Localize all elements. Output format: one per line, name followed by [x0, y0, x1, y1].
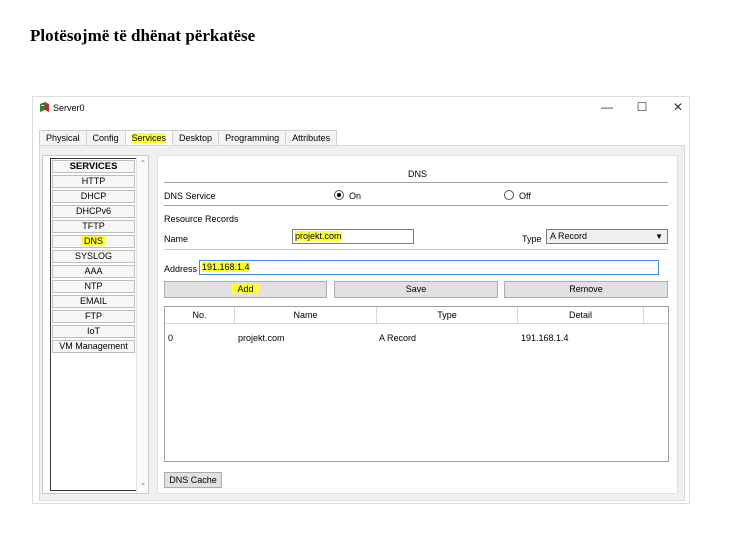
dns-service-label: DNS Service [164, 191, 216, 201]
service-item-dhcpv6[interactable]: DHCPv6 [52, 205, 135, 218]
save-button[interactable]: Save [334, 281, 498, 298]
table-cell-type[interactable]: A Record [379, 333, 416, 343]
service-item-dhcp[interactable]: DHCP [52, 190, 135, 203]
column-header-no[interactable]: No. [165, 307, 235, 324]
address-input[interactable]: 191.168.1.4 [199, 260, 659, 275]
tab-services[interactable]: Services [124, 130, 174, 146]
services-header: SERVICES [52, 160, 135, 173]
minimize-button[interactable]: — [598, 99, 616, 115]
type-select-value: A Record [550, 231, 588, 241]
tab-programming[interactable]: Programming [218, 130, 287, 146]
service-item-iot[interactable]: IoT [52, 325, 135, 338]
address-label: Address [164, 264, 198, 274]
divider [164, 249, 668, 250]
caret-down-icon: ▼ [655, 232, 663, 241]
close-button[interactable]: ✕ [669, 99, 687, 115]
tab-config[interactable]: Config [85, 130, 126, 146]
name-label: Name [164, 234, 189, 244]
type-select[interactable]: A Record ▼ [546, 229, 668, 244]
dns-off-radio[interactable] [504, 190, 514, 200]
service-item-http[interactable]: HTTP [52, 175, 135, 188]
server-window: Server0 — ☐ ✕ Physical Config Services D… [32, 96, 690, 504]
service-item-ftp[interactable]: FTP [52, 310, 135, 323]
maximize-button[interactable]: ☐ [633, 99, 651, 115]
title-bar[interactable]: Server0 — ☐ ✕ [33, 97, 689, 119]
dns-on-label: On [349, 191, 362, 201]
service-item-ntp[interactable]: NTP [52, 280, 135, 293]
name-input-value: projekt.com [295, 231, 342, 241]
dns-records-table: No. Name Type Detail 0 projekt.com A Rec… [164, 306, 669, 462]
service-item-email[interactable]: EMAIL [52, 295, 135, 308]
service-item-vm-management[interactable]: VM Management [52, 340, 135, 353]
dns-title: DNS [407, 169, 427, 179]
dns-panel: DNS DNS Service On Off Resource Records … [157, 155, 678, 494]
table-cell-detail[interactable]: 191.168.1.4 [521, 333, 569, 343]
dns-cache-button[interactable]: DNS Cache [164, 472, 222, 488]
add-button[interactable]: Add [164, 281, 327, 298]
tab-services-label: Services [131, 133, 167, 143]
dns-off-label: Off [519, 191, 531, 201]
tab-bar: Physical Config Services Desktop Program… [39, 130, 338, 146]
column-header-detail[interactable]: Detail [518, 307, 644, 324]
dns-on-radio[interactable] [334, 190, 344, 200]
server-app-icon [40, 102, 49, 112]
tab-attributes[interactable]: Attributes [285, 130, 338, 146]
name-input[interactable]: projekt.com [292, 229, 414, 244]
remove-button[interactable]: Remove [504, 281, 668, 298]
service-item-aaa[interactable]: AAA [52, 265, 135, 278]
address-input-value: 191.168.1.4 [202, 262, 250, 272]
divider [164, 182, 668, 183]
service-item-tftp[interactable]: TFTP [52, 220, 135, 233]
table-cell-name[interactable]: projekt.com [238, 333, 285, 343]
services-scrollbar[interactable]: ⌃ ⌄ [136, 156, 148, 493]
page-heading: Plotësojmë të dhënat përkatëse [30, 26, 256, 45]
services-list-inner: SERVICES HTTP DHCP DHCPv6 TFTP DNS SYSLO… [50, 158, 137, 491]
column-header-type[interactable]: Type [377, 307, 518, 324]
chevron-up-icon[interactable]: ⌃ [137, 158, 149, 170]
service-item-syslog[interactable]: SYSLOG [52, 250, 135, 263]
column-header-spacer [644, 307, 668, 324]
type-label: Type [522, 234, 542, 244]
chevron-down-icon[interactable]: ⌄ [137, 477, 149, 489]
divider [164, 205, 668, 206]
tab-physical[interactable]: Physical [39, 130, 87, 146]
table-cell-no[interactable]: 0 [168, 333, 173, 343]
services-list: SERVICES HTTP DHCP DHCPv6 TFTP DNS SYSLO… [42, 155, 149, 494]
tab-desktop[interactable]: Desktop [172, 130, 220, 146]
add-button-label: Add [232, 284, 259, 294]
resource-records-label: Resource Records [164, 214, 239, 224]
column-header-name[interactable]: Name [235, 307, 377, 324]
service-item-dns-label: DNS [81, 236, 105, 246]
service-item-dns[interactable]: DNS [52, 235, 135, 248]
window-title: Server0 [53, 103, 85, 113]
